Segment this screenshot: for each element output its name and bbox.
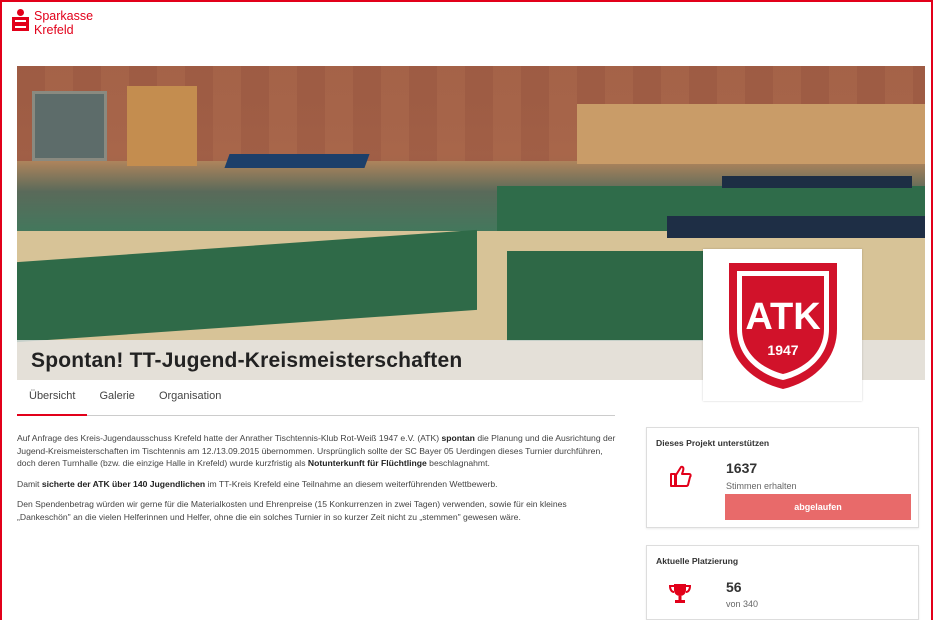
thumbs-up-icon [670,465,692,487]
ranking-total: von 340 [726,599,759,609]
tab-gallery[interactable]: Galerie [87,386,146,416]
description-paragraph-3: Den Spendenbetrag würden wir gerne für d… [17,499,567,522]
logo-year: 1947 [767,342,798,358]
support-card: Dieses Projekt unterstützen 1637 Stimmen… [646,427,919,528]
club-logo: ATK 1947 [703,249,862,401]
project-description: Auf Anfrage des Kreis-Jugendausschuss Kr… [17,432,617,531]
atk-shield-icon: ATK 1947 [728,263,837,389]
tab-organisation[interactable]: Organisation [147,386,233,416]
ranking-place: 56 [726,579,742,595]
vote-count: 1637 [726,460,758,476]
ranking-title: Aktuelle Platzierung [656,556,739,566]
vote-count-label: Stimmen erhalten [726,481,797,491]
project-tabs: Übersicht Galerie Organisation [17,386,615,416]
sparkasse-logo[interactable]: Sparkasse Krefeld [12,9,93,37]
brand-name: Sparkasse Krefeld [34,9,93,37]
description-paragraph-2: Damit sicherte der ATK über 140 Jugendli… [17,478,498,489]
description-paragraph-1: Auf Anfrage des Kreis-Jugendausschuss Kr… [17,433,616,468]
support-title: Dieses Projekt unterstützen [656,438,770,448]
tab-overview[interactable]: Übersicht [17,386,88,416]
trophy-icon [669,584,691,603]
sparkasse-s-icon [12,9,29,31]
project-title: Spontan! TT-Jugend-Kreismeisterschaften [31,349,463,372]
expired-button[interactable]: abgelaufen [725,494,911,520]
brand-line-2: Krefeld [34,23,74,37]
ranking-card: Aktuelle Platzierung 56 von 340 [646,545,919,620]
brand-line-1: Sparkasse [34,9,94,23]
logo-letters: ATK [745,296,821,338]
